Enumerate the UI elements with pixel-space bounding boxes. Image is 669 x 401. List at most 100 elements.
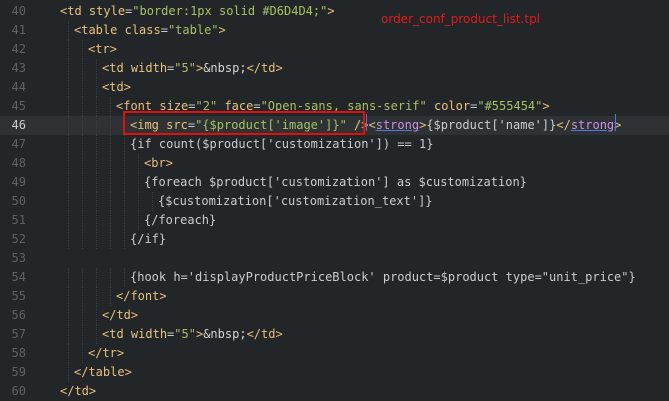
- code-line[interactable]: 40 <td style="border:1px solid #D6D4D4;">: [0, 2, 669, 21]
- code-token: =: [160, 23, 168, 37]
- indent-guide: [82, 173, 83, 192]
- line-number: 48: [11, 156, 26, 170]
- code-text: {if count($product['customization']) == …: [130, 135, 433, 154]
- indent-guide: [110, 230, 111, 249]
- code-line[interactable]: 52 {/if}: [0, 230, 669, 249]
- code-token: </: [74, 365, 89, 379]
- bracket-match-marker-end: [615, 114, 616, 131]
- indent-guide: [68, 116, 69, 135]
- code-token: table: [81, 23, 118, 37]
- indent-guide: [68, 268, 69, 287]
- code-text: <tr>: [88, 40, 117, 59]
- line-number: 43: [11, 61, 26, 75]
- code-text: {/foreach}: [144, 211, 216, 230]
- code-token: >: [218, 23, 226, 37]
- indent-guide: [124, 192, 125, 211]
- indent-guide: [82, 116, 83, 135]
- indent-guide: [68, 173, 69, 192]
- code-line[interactable]: 50 {$customization['customization_text']}: [0, 192, 669, 211]
- indent-guide: [96, 230, 97, 249]
- code-text: {/if}: [130, 230, 166, 249]
- code-token: style: [88, 4, 126, 18]
- indent-guide: [96, 192, 97, 211]
- indent-guide: [138, 154, 139, 173]
- code-token: td: [109, 327, 124, 341]
- code-token: >: [123, 80, 131, 94]
- code-line[interactable]: 56 </td>: [0, 306, 669, 325]
- indent-guide: [68, 59, 69, 78]
- code-line[interactable]: 42 <tr>: [0, 40, 669, 59]
- code-token: {hook h='displayProductPriceBlock' produ…: [130, 270, 636, 284]
- indent-guide: [138, 192, 139, 211]
- indent-guide: [68, 192, 69, 211]
- line-number: 46: [11, 118, 26, 132]
- line-number: 57: [11, 327, 26, 341]
- code-token: </: [246, 61, 262, 75]
- code-line[interactable]: 48 <br>: [0, 154, 669, 173]
- code-token: </: [60, 384, 75, 398]
- code-line[interactable]: 60 </td>: [0, 382, 669, 401]
- code-token: </: [88, 346, 103, 360]
- indent-guide: [124, 135, 125, 154]
- indent-guide: [110, 154, 111, 173]
- indent-guide: [110, 97, 111, 116]
- indent-guide: [68, 211, 69, 230]
- code-line[interactable]: 55 </font>: [0, 287, 669, 306]
- indent-guide: [68, 363, 69, 382]
- indent-guide: [110, 268, 111, 287]
- indent-guide: [124, 173, 125, 192]
- code-editor[interactable]: 40 <td style="border:1px solid #D6D4D4;">…: [0, 0, 669, 400]
- code-token: tr: [102, 346, 117, 360]
- code-line[interactable]: 54 {hook h='displayProductPriceBlock' pro…: [0, 268, 669, 287]
- code-token: class: [124, 23, 161, 37]
- code-line[interactable]: 49 {foreach $product['customization'] as …: [0, 173, 669, 192]
- code-token: >: [275, 327, 283, 341]
- indent-guide: [68, 287, 69, 306]
- code-line[interactable]: 53: [0, 249, 669, 268]
- indent-guide: [82, 97, 83, 116]
- filename-annotation: order_conf_product_list.tpl: [381, 12, 541, 26]
- code-token: >: [327, 4, 335, 18]
- indent-guide: [110, 287, 111, 306]
- line-number: 60: [11, 384, 26, 398]
- code-token: td: [261, 327, 276, 341]
- code-token: table: [88, 365, 125, 379]
- code-text: {hook h='displayProductPriceBlock' produ…: [130, 268, 636, 287]
- code-line[interactable]: 44 <td>: [0, 78, 669, 97]
- indent-guide: [68, 306, 69, 325]
- code-token: "5": [174, 327, 196, 341]
- code-token: {$customization['customization_text']}: [158, 194, 433, 208]
- code-line[interactable]: 58 </tr>: [0, 344, 669, 363]
- indent-guide: [82, 40, 83, 59]
- code-text: <td width="5">&nbsp;</td>: [102, 59, 283, 78]
- indent-guide: [124, 268, 125, 287]
- code-token: <: [368, 118, 376, 132]
- code-line[interactable]: 57 <td width="5">&nbsp;</td>: [0, 325, 669, 344]
- code-token: {if count($product['customization']) == …: [130, 137, 434, 151]
- code-text: </font>: [116, 287, 167, 306]
- code-text: <br>: [144, 154, 173, 173]
- code-line[interactable]: 51 {/foreach}: [0, 211, 669, 230]
- indent-guide: [68, 78, 69, 97]
- indent-guide: [96, 306, 97, 325]
- line-number: 54: [11, 270, 26, 284]
- indent-guide: [96, 97, 97, 116]
- indent-guide: [96, 59, 97, 78]
- code-token: "table": [167, 23, 219, 37]
- code-line[interactable]: 41 <table class="table">: [0, 21, 669, 40]
- code-line[interactable]: 43 <td width="5">&nbsp;</td>: [0, 59, 669, 78]
- indent-guide: [96, 116, 97, 135]
- indent-guide: [82, 344, 83, 363]
- code-token: font: [130, 289, 160, 303]
- indent-guide: [96, 135, 97, 154]
- indent-guide: [68, 21, 69, 40]
- code-text: <td width="5">&nbsp;</td>: [102, 325, 283, 344]
- indent-guide: [68, 325, 69, 344]
- code-token: >: [130, 308, 139, 322]
- indent-guide: [68, 344, 69, 363]
- line-number: 49: [11, 175, 26, 189]
- code-line[interactable]: 47 {if count($product['customization']) =…: [0, 135, 669, 154]
- code-line[interactable]: 59 </table>: [0, 363, 669, 382]
